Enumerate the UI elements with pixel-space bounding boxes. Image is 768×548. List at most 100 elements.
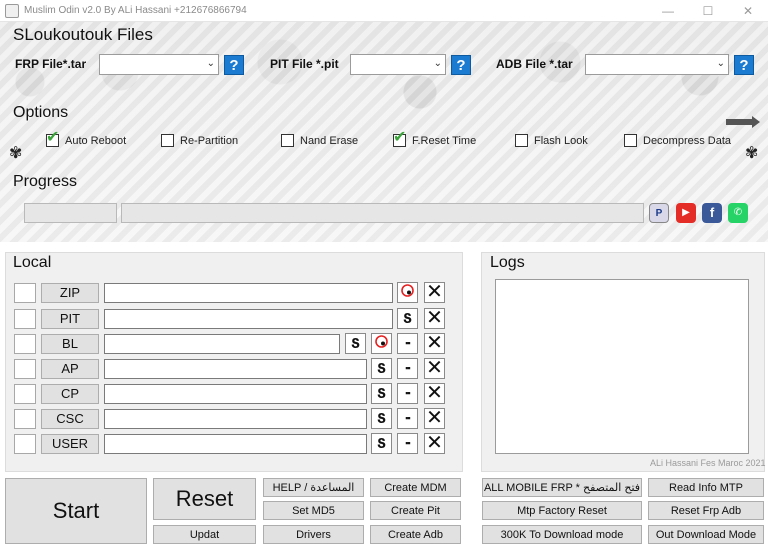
ap-button[interactable]: AP [41,359,99,379]
folder-icon[interactable]: ▪▪ [397,383,418,404]
pit-file-combo[interactable]: ⌄ [350,54,446,75]
reset-button[interactable]: Reset [153,478,256,520]
checkbox[interactable] [46,127,59,147]
flower-icon: ✾ [745,145,759,162]
adb-file-label: ADB File *.tar [496,57,573,71]
files-section-title: SLoukoutouk Files [13,25,153,44]
folder-icon[interactable]: ▪▪ [397,408,418,429]
close-icon[interactable]: ✕ [424,433,445,454]
frp-file-combo[interactable]: ⌄ [99,54,219,75]
pit-file-label: PIT File *.pit [270,57,339,71]
read-info-mtp-button[interactable]: Read Info MTP [648,478,764,497]
close-button[interactable]: ✕ [728,0,768,22]
folder-icon[interactable]: ▪▪ [397,333,418,354]
updat-button[interactable]: Updat [153,525,256,544]
close-icon[interactable]: ✕ [424,333,445,354]
cp-path-field[interactable] [104,384,367,404]
facebook-icon[interactable]: f [702,203,722,223]
user-button[interactable]: USER [41,434,99,454]
options-section-title: Options [13,104,69,121]
zip-path-field[interactable] [104,283,393,303]
maximize-button[interactable]: ☐ [688,0,728,22]
option-nand-erase[interactable]: Nand Erase [281,134,358,147]
logs-section-title: Logs [490,254,525,271]
hash-icon[interactable]: Տ [371,433,392,454]
drivers-button[interactable]: Drivers [263,525,364,544]
local-section-title: Local [13,254,52,271]
csc-path-field[interactable] [104,409,367,429]
adb-file-combo[interactable]: ⌄ [585,54,729,75]
zip-button[interactable]: ZIP [41,283,99,303]
hash-icon[interactable]: Տ [371,408,392,429]
checkbox[interactable] [161,134,174,147]
download-mode-button[interactable]: 300K To Download mode [482,525,642,544]
pit-path-field[interactable] [104,309,393,329]
title-bar: Muslim Odin v2.0 By ALi Hassani +2126768… [0,0,768,22]
option-flash-look[interactable]: Flash Look [515,134,588,147]
chevron-down-icon: ⌄ [206,58,215,69]
user-path-field[interactable] [104,434,367,454]
row-checkbox[interactable] [14,309,36,329]
progress-section-title: Progress [13,173,78,190]
app-icon [5,4,19,18]
folder-icon[interactable]: ▪▪ [397,358,418,379]
pit-button[interactable]: PIT [41,309,99,329]
option-decompress-data[interactable]: Decompress Data [624,134,731,147]
browse-icon[interactable] [371,333,392,354]
hash-icon[interactable]: Տ [397,308,418,329]
frp-file-label: FRP File*.tar [15,57,87,71]
ap-path-field[interactable] [104,359,367,379]
set-md5-button[interactable]: Set MD5 [263,501,364,520]
create-mdm-button[interactable]: Create MDM [370,478,461,497]
minimize-button[interactable]: — [648,0,688,22]
checkbox[interactable] [281,134,294,147]
whatsapp-icon[interactable]: ✆ [728,203,748,223]
bl-path-field[interactable] [104,334,340,354]
browse-icon[interactable] [397,282,418,303]
hash-icon[interactable]: Տ [371,358,392,379]
option-f-reset-time[interactable]: F.Reset Time [393,127,476,147]
out-download-mode-button[interactable]: Out Download Mode [648,525,764,544]
row-checkbox[interactable] [14,283,36,303]
close-icon[interactable]: ✕ [424,358,445,379]
create-pit-button[interactable]: Create Pit [370,501,461,520]
help-button[interactable]: HELP / المساعدة [263,478,364,497]
csc-button[interactable]: CSC [41,409,99,429]
adb-help-button[interactable]: ? [734,55,754,75]
checkbox[interactable] [515,134,528,147]
create-adb-button[interactable]: Create Adb [370,525,461,544]
progress-bar-main [121,203,644,223]
chevron-down-icon: ⌄ [716,58,725,69]
row-checkbox[interactable] [14,434,36,454]
row-checkbox[interactable] [14,409,36,429]
logs-textarea[interactable] [495,279,749,454]
hash-icon[interactable]: Տ [371,383,392,404]
option-re-partition[interactable]: Re-Partition [161,134,238,147]
option-auto-reboot[interactable]: Auto Reboot [46,127,126,147]
paypal-icon[interactable]: P [649,203,669,223]
cp-button[interactable]: CP [41,384,99,404]
youtube-icon[interactable]: ▶ [676,203,696,223]
window-title: Muslim Odin v2.0 By ALi Hassani +2126768… [24,5,247,16]
close-icon[interactable]: ✕ [424,282,445,303]
all-mobile-frp-button[interactable]: ALL MOBILE FRP * فتح المتصفح [482,478,642,497]
frp-help-button[interactable]: ? [224,55,244,75]
row-checkbox[interactable] [14,334,36,354]
checkbox[interactable] [624,134,637,147]
close-icon[interactable]: ✕ [424,408,445,429]
arrow-right-icon [726,116,760,128]
close-icon[interactable]: ✕ [424,308,445,329]
reset-frp-adb-button[interactable]: Reset Frp Adb [648,501,764,520]
row-checkbox[interactable] [14,359,36,379]
checkbox[interactable] [393,127,406,147]
credit-text: ALi Hassani Fes Maroc 2021 [650,458,766,468]
row-checkbox[interactable] [14,384,36,404]
mtp-factory-reset-button[interactable]: Mtp Factory Reset [482,501,642,520]
chevron-down-icon: ⌄ [433,58,442,69]
hash-icon[interactable]: Տ [345,333,366,354]
bl-button[interactable]: BL [41,334,99,354]
pit-help-button[interactable]: ? [451,55,471,75]
start-button[interactable]: Start [5,478,147,544]
folder-icon[interactable]: ▪▪ [397,433,418,454]
close-icon[interactable]: ✕ [424,383,445,404]
